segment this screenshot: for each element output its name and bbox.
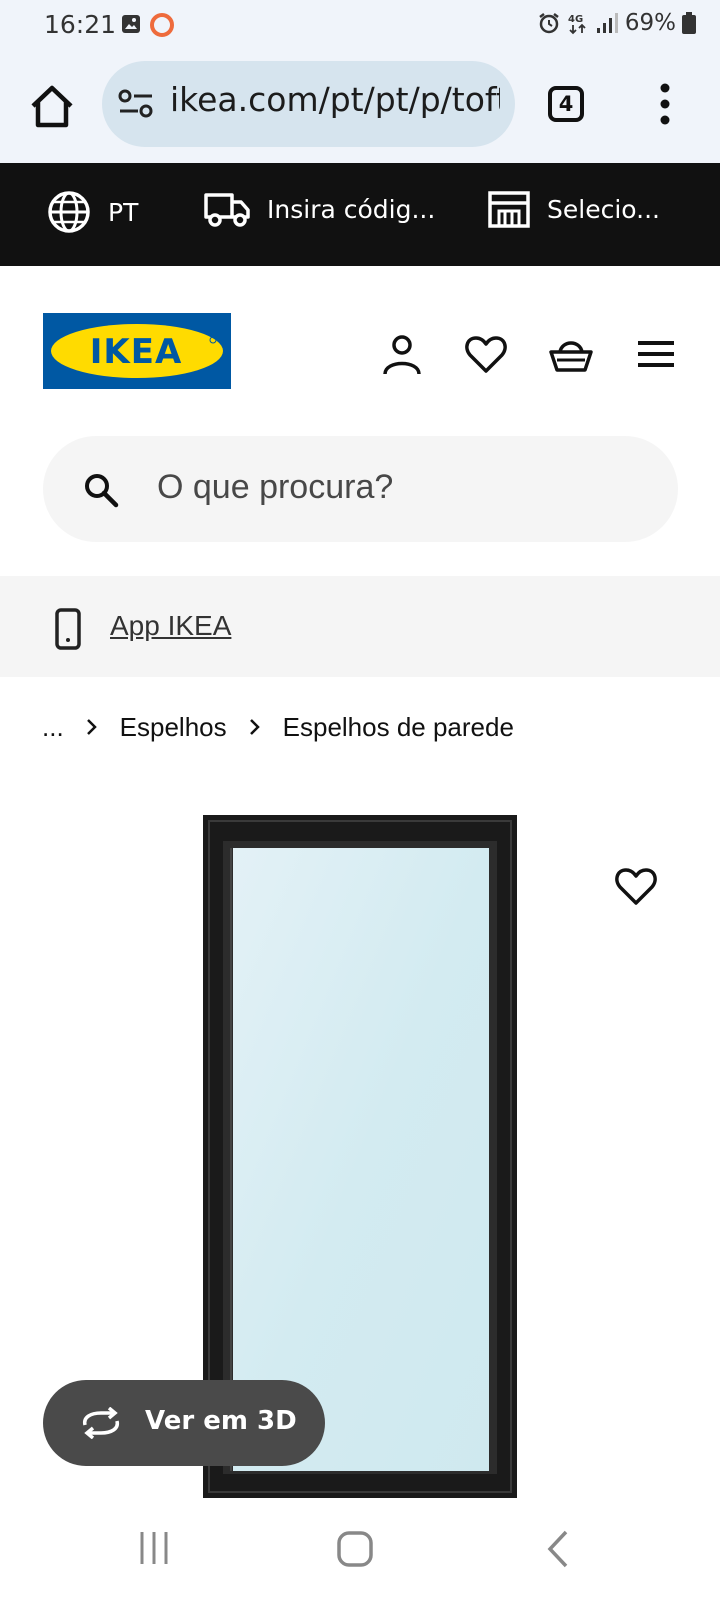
breadcrumb-item-espelhos[interactable]: Espelhos <box>120 712 227 743</box>
store-label: Selecio... <box>547 194 660 224</box>
postal-code-label: Insira códig... <box>267 194 436 224</box>
status-time: 16:21 <box>44 10 117 39</box>
status-right: 4G 69% <box>537 10 696 36</box>
browser-menu-icon[interactable] <box>658 82 672 126</box>
add-to-favourites-icon[interactable] <box>614 864 658 908</box>
view-in-3d-button[interactable]: Ver em 3D <box>43 1380 325 1466</box>
search-icon <box>85 474 119 508</box>
chevron-right-icon <box>249 712 261 743</box>
globe-icon <box>48 191 90 233</box>
postal-code-selector[interactable]: Insira códig... <box>203 189 435 229</box>
rotate-3d-icon <box>82 1407 120 1439</box>
address-bar[interactable]: ikea.com/pt/pt/p/toftbyn <box>102 61 515 147</box>
store-selector[interactable]: Selecio... <box>487 189 660 229</box>
home-nav-icon[interactable] <box>336 1530 374 1568</box>
breadcrumb-item-espelhos-de-parede[interactable]: Espelhos de parede <box>283 712 514 743</box>
site-settings-icon[interactable] <box>118 89 154 119</box>
alarm-icon <box>539 13 559 34</box>
language-label: PT <box>108 197 139 227</box>
delivery-truck-icon <box>204 193 250 227</box>
app-ikea-link[interactable]: App IKEA <box>110 610 231 642</box>
back-nav-icon[interactable] <box>546 1530 570 1568</box>
logo-text: IKEA <box>90 332 183 372</box>
gallery-notification-icon <box>122 15 140 33</box>
app-banner: App IKEA <box>0 576 720 677</box>
browser-toolbar: ikea.com/pt/pt/p/toftbyn 4 <box>0 52 720 163</box>
smartphone-icon <box>55 608 81 650</box>
tab-switcher-button[interactable]: 4 <box>548 86 584 122</box>
user-account-icon[interactable] <box>380 332 424 376</box>
view-in-3d-label: Ver em 3D <box>145 1406 297 1436</box>
ikea-logo[interactable]: IKEA <box>43 313 231 389</box>
signal-icon <box>596 13 618 33</box>
battery-icon <box>682 12 696 34</box>
recording-notification-icon <box>150 13 174 37</box>
chevron-right-icon <box>86 712 98 743</box>
favourites-icon[interactable] <box>464 332 508 376</box>
store-icon <box>488 191 530 228</box>
android-nav-bar <box>0 1510 720 1600</box>
url-text[interactable]: ikea.com/pt/pt/p/toftbyn <box>170 80 500 119</box>
shopping-basket-icon[interactable] <box>549 332 593 376</box>
breadcrumb: ... Espelhos Espelhos de parede <box>42 712 514 743</box>
battery-percent: 69% <box>624 10 676 36</box>
language-selector[interactable]: PT <box>46 189 138 235</box>
hamburger-menu-icon[interactable] <box>634 332 678 376</box>
svg-text:4G: 4G <box>568 14 583 25</box>
breadcrumb-ellipsis[interactable]: ... <box>42 712 64 743</box>
status-bar: 16:21 4G 69% <box>0 0 720 52</box>
recent-apps-icon[interactable] <box>136 1530 172 1566</box>
search-bar[interactable]: O que procura? <box>43 436 678 542</box>
network-4g-icon: 4G <box>568 14 586 35</box>
search-input[interactable]: O que procura? <box>157 468 393 507</box>
home-icon[interactable] <box>26 80 78 132</box>
utility-strip: PT Insira códig... Selecio... <box>0 163 720 266</box>
